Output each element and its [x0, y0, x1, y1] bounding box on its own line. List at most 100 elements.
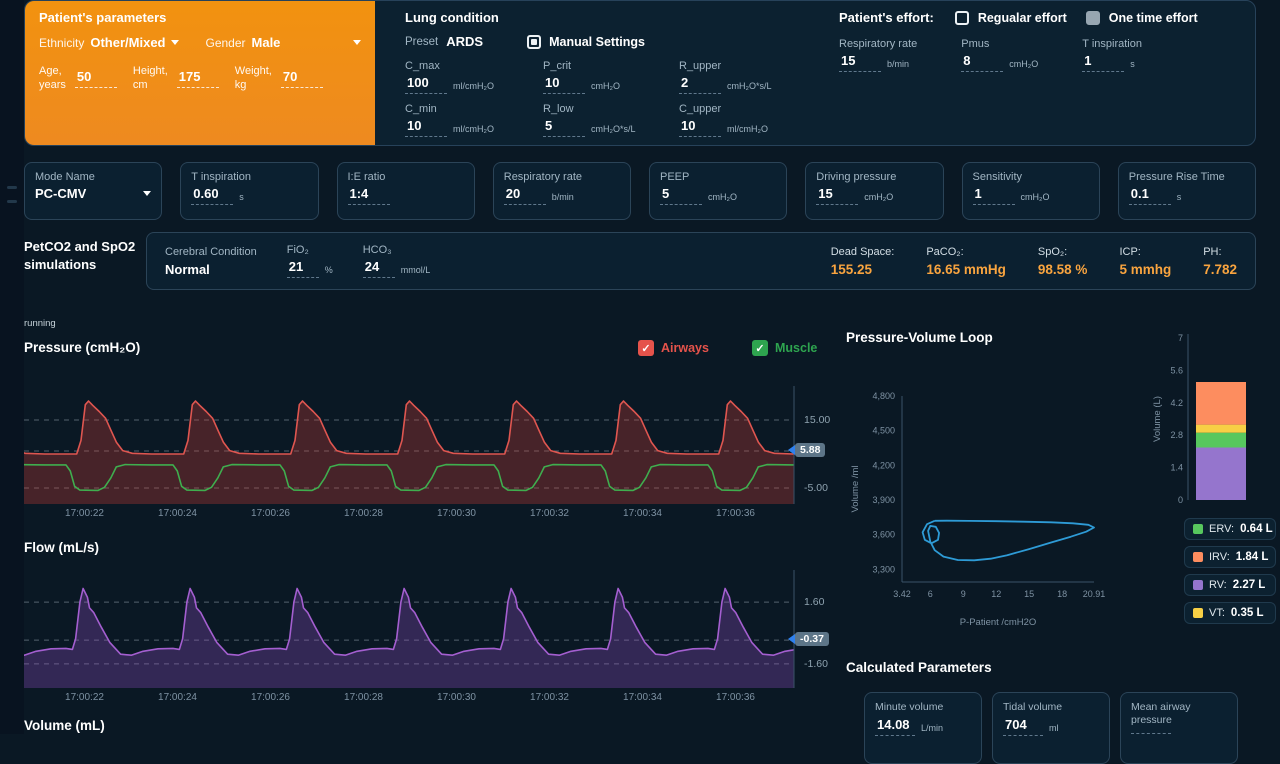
pv-loop-chart: 3,3003,6003,9004,2004,5004,8003.42691215… — [846, 382, 1108, 633]
ie-ratio-input[interactable]: 1:4 — [348, 186, 390, 205]
time-tick: 17:00:24 — [131, 692, 224, 703]
rlow-field: R_low 5cmH₂O*s/L — [543, 103, 679, 137]
respiratory-rate-card: Respiratory rate 20b/min — [493, 162, 631, 220]
pv-loop-title: Pressure-Volume Loop — [846, 330, 993, 345]
rlow-input[interactable]: 5 — [543, 118, 585, 137]
airways-checkbox-icon[interactable]: ✓ — [638, 340, 654, 356]
rv-swatch-icon — [1193, 580, 1203, 590]
flow-axis-top-label: 1.60 — [804, 596, 824, 608]
time-tick: 17:00:36 — [689, 508, 782, 519]
height-field: Height, cm 175 — [133, 64, 219, 93]
mode-chevron-icon — [143, 191, 151, 196]
driving-pressure-input[interactable]: 15 — [816, 186, 858, 205]
pressure-x-axis: 17:00:22 17:00:24 17:00:26 17:00:28 17:0… — [24, 508, 794, 519]
manual-settings-checkbox[interactable] — [527, 35, 541, 49]
effort-respiratory-rate-field: Respiratory rate 15b/min — [839, 38, 917, 72]
svg-text:P-Patient /cmH2O: P-Patient /cmH2O — [960, 617, 1037, 628]
hco3-input[interactable]: 24 — [363, 259, 395, 278]
top-settings-panel: Patient's parameters Ethnicity Other/Mix… — [24, 0, 1256, 146]
pmus-input[interactable]: 8 — [961, 53, 1003, 72]
cupper-input[interactable]: 10 — [679, 118, 721, 137]
svg-text:20.91: 20.91 — [1083, 589, 1106, 599]
weight-input[interactable]: 70 — [281, 69, 323, 88]
pressure-axis-top-label: 15.00 — [804, 414, 830, 426]
ethnicity-chevron-icon[interactable] — [171, 40, 179, 45]
muscle-legend-toggle[interactable]: ✓ Muscle — [752, 340, 817, 356]
lung-condition-panel: Lung condition Preset ARDS Manual Settin… — [383, 1, 815, 137]
sensitivity-input[interactable]: 1 — [973, 186, 1015, 205]
lung-volumes-bar-chart: 01.42.84.25.67Volume (L) — [1152, 330, 1256, 515]
weight-label: Weight, kg — [235, 64, 272, 93]
age-input[interactable]: 50 — [75, 69, 117, 88]
one-time-effort-checkbox[interactable] — [1086, 11, 1100, 25]
respiratory-rate-input[interactable]: 20 — [504, 186, 546, 205]
time-tick: 17:00:28 — [317, 692, 410, 703]
pressure-chart: 15.00 5.88 -5.00 — [24, 386, 840, 504]
t-inspiration-input[interactable]: 0.60 — [191, 186, 233, 205]
manual-settings-label: Manual Settings — [549, 35, 645, 49]
spo2-result: SpO₂: 98.58 % — [1038, 246, 1088, 277]
svg-text:4,800: 4,800 — [872, 391, 895, 401]
gender-chevron-icon[interactable] — [353, 40, 361, 45]
cmax-input[interactable]: 100 — [405, 75, 447, 94]
simulations-card: Cerebral Condition Normal FiO₂ 21% HCO₃ … — [146, 232, 1256, 290]
effort-t-inspiration-field: T inspiration 1s — [1082, 38, 1142, 72]
flow-x-axis: 17:00:22 17:00:24 17:00:26 17:00:28 17:0… — [24, 692, 794, 703]
pcrit-input[interactable]: 10 — [543, 75, 585, 94]
patient-parameters-panel: Patient's parameters Ethnicity Other/Mix… — [25, 1, 375, 145]
time-tick: 17:00:26 — [224, 508, 317, 519]
pcrit-field: P_crit 10cmH₂O — [543, 60, 679, 94]
cerebral-condition-select[interactable]: Normal — [165, 262, 257, 277]
gender-select[interactable]: Male — [252, 35, 281, 50]
running-status: running — [24, 318, 56, 329]
time-tick: 17:00:28 — [317, 508, 410, 519]
rupper-input[interactable]: 2 — [679, 75, 721, 94]
pressure-waveform-canvas — [24, 386, 796, 507]
lung-condition-title: Lung condition — [405, 10, 815, 25]
height-input[interactable]: 175 — [177, 69, 219, 88]
dead-space-result: Dead Space: 155.25 — [831, 246, 895, 277]
svg-text:9: 9 — [961, 589, 966, 599]
rail-marker — [7, 186, 17, 189]
volume-chart-title: Volume (mL) — [24, 718, 105, 733]
lung-volumes-legend: ERV: 0.64 L IRV: 1.84 L RV: 2.27 L VT: 0… — [1184, 518, 1276, 630]
svg-text:3,300: 3,300 — [872, 564, 895, 574]
pressure-current-value-tag: 5.88 — [788, 443, 825, 457]
one-time-effort-label: One time effort — [1109, 11, 1198, 25]
effort-t-inspiration-input[interactable]: 1 — [1082, 53, 1124, 72]
pressure-chart-title: Pressure (cmH₂O) — [24, 340, 140, 355]
cmin-field: C_min 10ml/cmH₂O — [405, 103, 543, 137]
svg-text:4,500: 4,500 — [872, 426, 895, 436]
airways-legend-toggle[interactable]: ✓ Airways — [638, 340, 709, 356]
regular-effort-label: Regualar effort — [978, 11, 1067, 25]
ie-ratio-card: I:E ratio 1:4 — [337, 162, 475, 220]
svg-text:2.8: 2.8 — [1170, 430, 1183, 440]
cupper-field: C_upper 10ml/cmH₂O — [679, 103, 831, 137]
pmus-field: Pmus 8cmH₂O — [961, 38, 1038, 72]
minute-volume-card: Minute volume 14.08L/min — [864, 692, 982, 764]
svg-text:Volume (L): Volume (L) — [1152, 396, 1163, 442]
muscle-checkbox-icon[interactable]: ✓ — [752, 340, 768, 356]
vt-legend-item: VT: 0.35 L — [1184, 602, 1276, 624]
icp-result: ICP: 5 mmhg — [1119, 246, 1171, 277]
cmin-input[interactable]: 10 — [405, 118, 447, 137]
pressure-rise-time-input[interactable]: 0.1 — [1129, 186, 1171, 205]
svg-text:4,200: 4,200 — [872, 460, 895, 470]
gender-label: Gender — [205, 36, 245, 50]
time-tick: 17:00:26 — [224, 692, 317, 703]
svg-text:3,900: 3,900 — [872, 495, 895, 505]
rv-legend-item: RV: 2.27 L — [1184, 574, 1276, 596]
time-tick: 17:00:34 — [596, 508, 689, 519]
effort-respiratory-rate-input[interactable]: 15 — [839, 53, 881, 72]
svg-text:18: 18 — [1057, 589, 1067, 599]
regular-effort-checkbox[interactable] — [955, 11, 969, 25]
peep-input[interactable]: 5 — [660, 186, 702, 205]
mode-select[interactable]: PC-CMV — [35, 186, 86, 201]
ethnicity-select[interactable]: Other/Mixed — [90, 35, 165, 50]
patient-effort-title: Patient's effort: — [839, 10, 934, 25]
mean-airway-pressure-card: Mean airway pressure — [1120, 692, 1238, 764]
mode-name-card[interactable]: Mode Name PC-CMV — [24, 162, 162, 220]
cmax-field: C_max 100ml/cmH₂O — [405, 60, 543, 94]
fio2-input[interactable]: 21 — [287, 259, 319, 278]
preset-select[interactable]: ARDS — [446, 34, 483, 49]
